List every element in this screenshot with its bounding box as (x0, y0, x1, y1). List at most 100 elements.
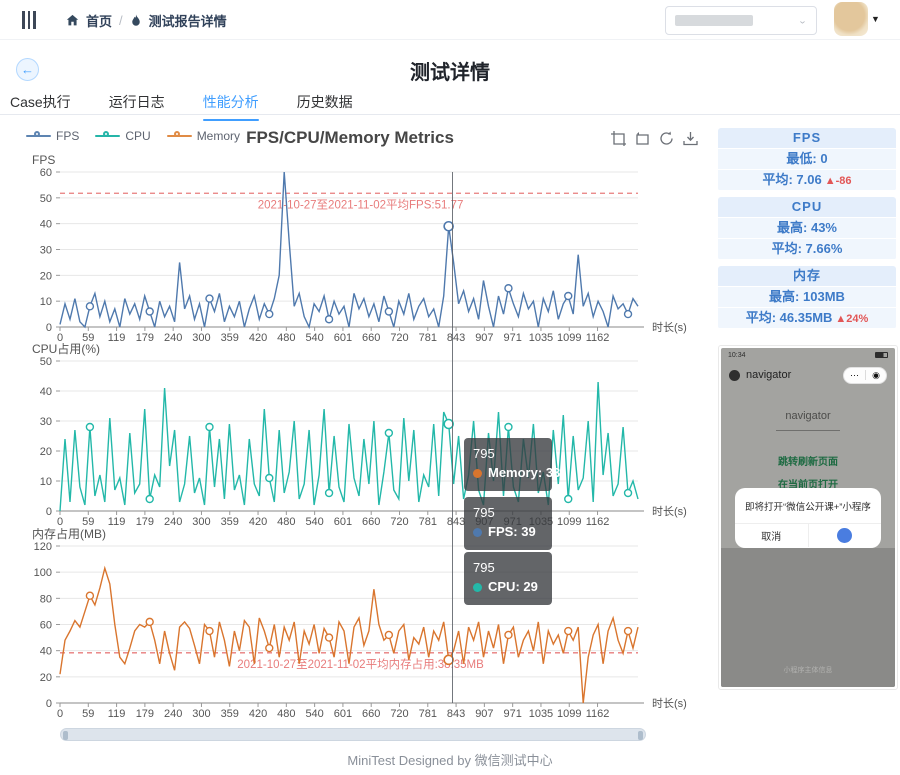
svg-text:540: 540 (305, 708, 323, 720)
svg-text:300: 300 (192, 332, 210, 343)
page-title: 测试详情 (410, 62, 490, 84)
svg-text:内存占用(MB): 内存占用(MB) (32, 528, 106, 541)
breadcrumb-home[interactable]: 首页 (86, 11, 112, 30)
zoom-handle-right[interactable] (638, 731, 643, 740)
svg-text:时长(s): 时长(s) (652, 697, 687, 710)
svg-text:1035: 1035 (529, 516, 553, 528)
legend-label-cpu: CPU (125, 129, 151, 143)
page: 首页 / 测试报告详情 ⌄ ▼ ← 测试详情 Case执行 运行日志 性能分析 … (0, 0, 900, 775)
svg-text:0: 0 (46, 698, 52, 710)
cpu-stat-max: 最高: 43% (718, 218, 896, 238)
memory-stat-title: 内存 (718, 266, 896, 286)
phone-status-bar: 10:34 (721, 348, 895, 362)
miniapp-capsule: ⋯ ◉ (843, 366, 887, 384)
memory-stat-max: 最高: 103MB (718, 287, 896, 307)
phone-time: 10:34 (728, 351, 746, 359)
breadcrumb-separator: / (119, 13, 123, 28)
legend-label-fps: FPS (56, 129, 80, 143)
svg-text:0: 0 (46, 506, 52, 518)
svg-text:359: 359 (221, 516, 239, 528)
svg-text:1162: 1162 (586, 516, 610, 528)
svg-text:971: 971 (503, 516, 521, 528)
memory-stat-avg: 平均: 46.35MB ▲24% (718, 308, 896, 328)
svg-text:59: 59 (82, 516, 94, 528)
svg-text:240: 240 (164, 332, 182, 343)
cpu-chart[interactable]: CPU占用(%) 0 10 20 30 40 50 0 59 119 179 240 300 359 420… (10, 343, 710, 528)
exit-icon: ◉ (872, 369, 880, 380)
svg-text:时长(s): 时长(s) (652, 321, 687, 334)
miniapp-logo-icon (729, 369, 740, 381)
breadcrumb-current: 测试报告详情 (148, 14, 227, 29)
svg-text:720: 720 (390, 708, 408, 720)
svg-text:1162: 1162 (586, 332, 610, 343)
user-menu[interactable]: ▼ (834, 2, 880, 36)
svg-text:601: 601 (334, 332, 352, 343)
miniapp-dialog: 即将打开“微信公开课+”小程序 取消 (735, 488, 881, 548)
svg-text:420: 420 (249, 708, 267, 720)
miniapp-page-title: navigator (721, 410, 895, 431)
svg-text:359: 359 (221, 332, 239, 343)
svg-text:480: 480 (277, 332, 295, 343)
svg-text:60: 60 (40, 167, 52, 179)
svg-text:1035: 1035 (529, 708, 553, 720)
chart-toolbox (610, 130, 699, 147)
svg-text:100: 100 (34, 567, 52, 579)
svg-text:480: 480 (277, 516, 295, 528)
svg-text:781: 781 (419, 708, 437, 720)
svg-text:1099: 1099 (557, 332, 581, 343)
svg-text:179: 179 (136, 332, 154, 343)
chevron-down-icon: ⌄ (797, 16, 807, 26)
svg-text:843: 843 (447, 708, 465, 720)
tab-history-data[interactable]: 历史数据 (295, 88, 355, 121)
svg-text:480: 480 (277, 708, 295, 720)
svg-text:50: 50 (40, 356, 52, 368)
svg-text:907: 907 (475, 332, 493, 343)
svg-text:720: 720 (390, 332, 408, 343)
legend-item-cpu[interactable]: CPU (95, 129, 151, 143)
top-bar: 首页 / 测试报告详情 ⌄ ▼ (0, 0, 900, 40)
tabs-divider (0, 114, 900, 115)
loading-spinner (837, 528, 853, 543)
svg-text:0: 0 (57, 708, 63, 720)
more-icon: ⋯ (850, 369, 860, 380)
tabs: Case执行 运行日志 性能分析 历史数据 (8, 88, 355, 121)
avatar[interactable] (834, 2, 868, 36)
svg-text:40: 40 (40, 386, 52, 398)
version-select[interactable]: ⌄ (665, 6, 817, 35)
data-zoom-slider[interactable] (60, 728, 646, 741)
svg-text:1035: 1035 (529, 332, 553, 343)
battery-icon (875, 352, 888, 358)
zoom-select-icon[interactable] (610, 130, 627, 147)
fps-chart[interactable]: FPS 0 10 20 30 40 50 60 0 59 119 179 240 300 359 420 480… (10, 150, 710, 343)
restore-icon[interactable] (658, 130, 675, 147)
svg-text:907: 907 (475, 708, 493, 720)
dialog-message: 即将打开“微信公开课+”小程序 (735, 488, 881, 524)
svg-text:60: 60 (40, 620, 52, 632)
tab-case-execution[interactable]: Case执行 (8, 88, 73, 121)
tab-performance-analysis[interactable]: 性能分析 (201, 88, 261, 121)
svg-text:20: 20 (40, 672, 52, 684)
fire-icon (131, 14, 140, 26)
tab-run-log[interactable]: 运行日志 (107, 88, 167, 121)
svg-text:660: 660 (362, 332, 380, 343)
svg-text:300: 300 (192, 516, 210, 528)
collapse-menu-icon[interactable] (22, 11, 40, 29)
select-redacted-value (675, 15, 753, 26)
fps-stat-min: 最低: 0 (718, 149, 896, 169)
cpu-stat-card: CPU 最高: 43% 平均: 7.66% (718, 197, 896, 260)
svg-text:843: 843 (447, 516, 465, 528)
memory-stat-card: 内存 最高: 103MB 平均: 46.35MB ▲24% (718, 266, 896, 329)
memory-chart[interactable]: 内存占用(MB) 0 20 40 60 80 100 120 0 59 119 179 240 300 35… (10, 528, 710, 722)
zoom-reset-icon[interactable] (634, 130, 651, 147)
legend-item-fps[interactable]: FPS (26, 129, 79, 143)
svg-text:30: 30 (40, 245, 52, 257)
svg-text:40: 40 (40, 219, 52, 231)
zoom-handle-left[interactable] (63, 731, 68, 740)
svg-text:601: 601 (334, 708, 352, 720)
svg-text:240: 240 (164, 516, 182, 528)
svg-text:179: 179 (136, 516, 154, 528)
svg-text:971: 971 (503, 708, 521, 720)
fps-stat-avg: 平均: 7.06 ▲-86 (718, 170, 896, 190)
save-image-icon[interactable] (682, 130, 699, 147)
svg-text:1099: 1099 (557, 708, 581, 720)
